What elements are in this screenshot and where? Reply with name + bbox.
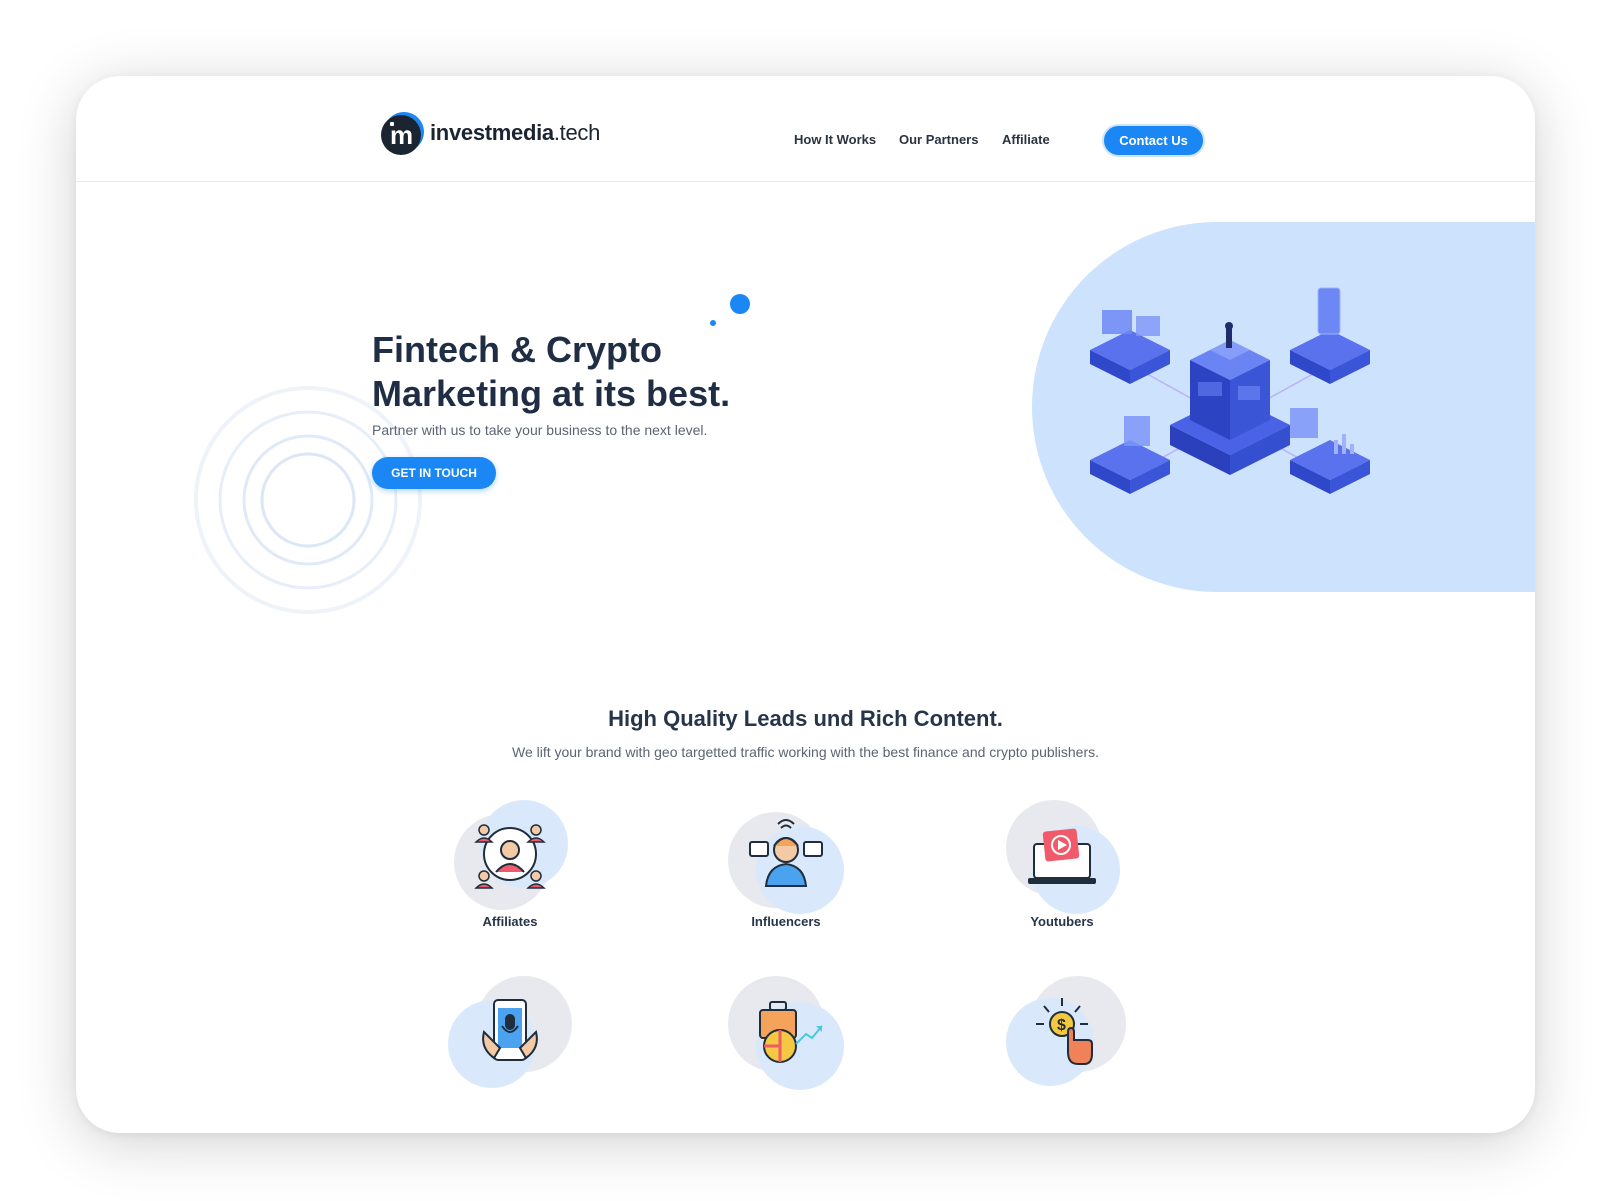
decorative-rings <box>194 386 422 614</box>
decorative-dot <box>730 294 750 314</box>
nav-how-it-works[interactable]: How It Works <box>794 132 876 147</box>
section-title: High Quality Leads und Rich Content. <box>608 706 1003 731</box>
hero-subtitle: Partner with us to take your business to… <box>372 422 708 438</box>
logo-mark-icon: m <box>381 112 424 155</box>
section-subtitle: We lift your brand with geo targetted tr… <box>511 744 1099 760</box>
svg-text:$: $ <box>1057 1017 1066 1034</box>
logo-text: investmedia.tech <box>430 120 600 146</box>
hero-title-line-2: Marketing at its best. <box>372 373 731 414</box>
nav-our-partners[interactable]: Our Partners <box>899 132 978 147</box>
video-laptop-icon <box>1028 828 1096 884</box>
business-growth-icon <box>759 1001 823 1063</box>
nav-affiliate[interactable]: Affiliate <box>1002 132 1050 147</box>
category-card-business[interactable] <box>716 974 856 1124</box>
category-card-influencers[interactable]: Influencers <box>716 796 856 946</box>
influencer-icon <box>749 819 823 887</box>
logo-text-bold: investmedia <box>430 120 554 145</box>
get-in-touch-button[interactable]: GET IN TOUCH <box>372 457 496 489</box>
category-card-affiliates[interactable]: Affiliates <box>440 796 580 946</box>
isometric-server-network-icon <box>1090 287 1370 494</box>
category-card-payment[interactable]: $ <box>992 974 1132 1124</box>
logo[interactable]: m investmedia.tech <box>380 109 600 157</box>
contact-us-button[interactable]: Contact Us <box>1102 124 1205 157</box>
category-label: Influencers <box>751 914 821 929</box>
click-dollar-icon: $ <box>1036 998 1093 1065</box>
category-label: Affiliates <box>482 914 538 929</box>
hero-title-line-1: Fintech & Crypto <box>372 329 663 370</box>
browser-frame: m investmedia.tech How It Works Our Part… <box>76 76 1535 1133</box>
podcast-phone-icon <box>482 999 538 1061</box>
decorative-dot-small <box>710 320 716 326</box>
category-card-youtubers[interactable]: Youtubers <box>992 796 1132 946</box>
category-label: Youtubers <box>1030 914 1094 929</box>
logo-text-light: .tech <box>553 120 601 145</box>
affiliate-network-icon <box>474 824 546 889</box>
hero-title: Fintech & Crypto Marketing at its best. <box>372 328 792 416</box>
category-card-podcast[interactable] <box>440 974 580 1124</box>
site-header: m investmedia.tech How It Works Our Part… <box>76 76 1535 182</box>
